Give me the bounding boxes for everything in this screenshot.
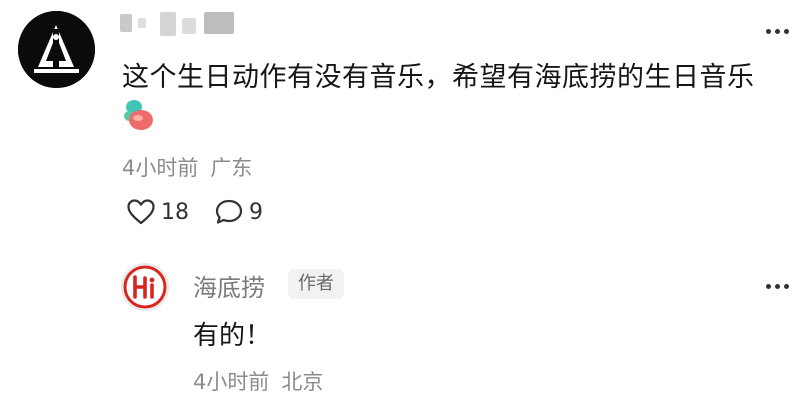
haidilao-logo — [123, 265, 167, 309]
comment-more-button[interactable] — [763, 26, 791, 36]
comment-time: 4小时前 — [122, 156, 199, 180]
ellipsis-icon — [765, 283, 771, 289]
sticker-emoji-icon — [123, 98, 155, 132]
reply-more-button[interactable] — [763, 281, 791, 291]
like-count: 18 — [161, 199, 189, 225]
heart-outline-icon — [127, 199, 155, 225]
author-badge: 作者 — [288, 269, 344, 299]
like-button[interactable]: 18 — [127, 199, 189, 225]
rhodes-island-logo — [18, 11, 95, 88]
commenter-avatar[interactable] — [18, 11, 95, 88]
reply-meta: 4小时前 北京 — [193, 366, 323, 396]
haidilao-avatar[interactable] — [121, 263, 169, 311]
reply-count: 9 — [249, 199, 263, 225]
comment-meta: 4小时前 广东 — [122, 152, 252, 182]
reply-button[interactable]: 9 — [215, 199, 263, 225]
commenter-username-redacted[interactable] — [120, 10, 240, 40]
reply-username[interactable]: 海底捞 — [193, 268, 265, 303]
ellipsis-icon — [765, 28, 771, 34]
reply-text: 有的！ — [193, 321, 272, 351]
comment-actions: 18 9 — [127, 199, 263, 225]
reply-time: 4小时前 — [193, 370, 270, 394]
speech-bubble-icon — [215, 199, 243, 224]
reply-region: 北京 — [281, 370, 324, 394]
comment-text: 这个生日动作有没有音乐，希望有海底捞的生日音乐 — [122, 62, 755, 93]
comment-region: 广东 — [210, 156, 253, 180]
